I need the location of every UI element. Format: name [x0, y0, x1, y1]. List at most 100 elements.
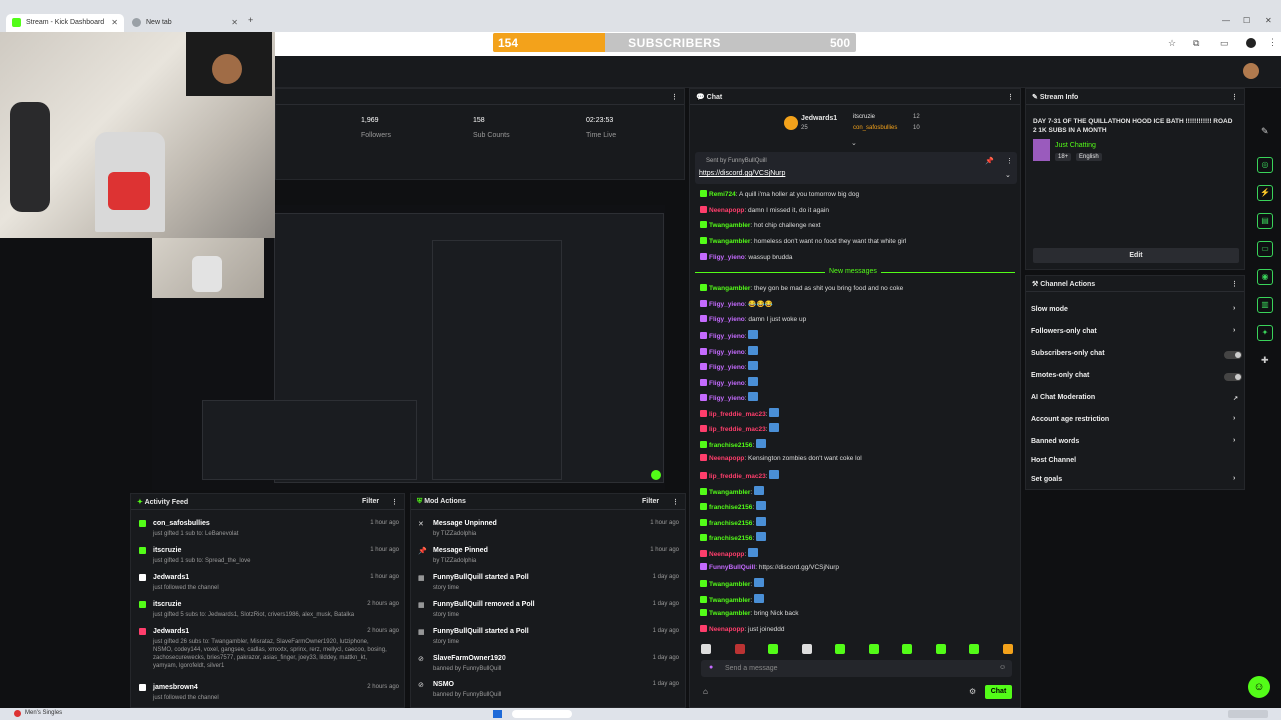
activity-user[interactable]: jamesbrown4	[153, 684, 198, 691]
more-icon[interactable]: ⋮	[671, 93, 678, 101]
rail-button-1[interactable]: ◎	[1257, 157, 1273, 173]
gear-icon[interactable]: ⚙	[969, 687, 976, 696]
chat-username[interactable]: Twangambler	[709, 285, 750, 292]
chat-username[interactable]: Twangambler	[709, 222, 750, 229]
rail-button-4[interactable]: ▭	[1257, 241, 1273, 257]
star-icon[interactable]: ☆	[1168, 38, 1176, 49]
chat-message[interactable]: Twangambler:	[700, 594, 766, 604]
tab-new[interactable]: New tab ✕	[126, 14, 244, 32]
chat-username[interactable]: Neenapopp	[709, 626, 744, 633]
activity-user[interactable]: con_safosbullies	[153, 520, 210, 527]
avatar[interactable]	[1243, 63, 1259, 79]
chat-message[interactable]: Neenapopp: damn I missed it, do it again	[700, 206, 829, 214]
taskbar-label[interactable]: Men's Singles	[25, 710, 62, 716]
chat-username[interactable]: Fligy_yieno	[709, 301, 745, 308]
quick-emote-icon[interactable]	[969, 644, 979, 654]
close-icon[interactable]: ✕	[111, 18, 118, 27]
chat-username[interactable]: Fligy_yieno	[709, 349, 745, 356]
chevron-down-icon[interactable]: ⌄	[1005, 171, 1011, 179]
tab-stream-dashboard[interactable]: Stream - Kick Dashboard ✕	[6, 14, 124, 32]
chat-message[interactable]: Twangambler:	[700, 578, 766, 588]
chat-message[interactable]: franchise2156:	[700, 532, 768, 542]
channel-action-item[interactable]: Banned words ›	[1031, 437, 1246, 450]
rail-button-6[interactable]: ▥	[1257, 297, 1273, 313]
close-icon[interactable]: ✕	[231, 18, 238, 27]
chat-username[interactable]: Neenapopp	[709, 207, 744, 214]
chat-username[interactable]: FunnyBullQuill	[709, 564, 755, 571]
chat-username[interactable]: Twangambler	[709, 610, 750, 617]
chat-username[interactable]: lip_freddie_mac23	[709, 426, 766, 433]
quick-emote-icon[interactable]	[935, 644, 946, 654]
chat-username[interactable]: franchise2156	[709, 520, 752, 527]
chat-message[interactable]: lip_freddie_mac23:	[700, 408, 781, 418]
chevron-down-icon[interactable]: ⌄	[851, 139, 857, 147]
activity-user[interactable]: itscruzie	[153, 547, 181, 554]
chat-username[interactable]: Neenapopp	[709, 455, 744, 462]
emoji-icon[interactable]: ☺	[999, 664, 1006, 671]
filter-button[interactable]: Filter	[362, 498, 379, 505]
more-icon[interactable]: ⋮	[1231, 280, 1238, 288]
chat-message[interactable]: Twangambler: they gon be mad as shit you…	[700, 284, 903, 292]
channel-action-item[interactable]: Set goals ›	[1031, 475, 1246, 488]
chat-message[interactable]: franchise2156:	[700, 517, 768, 527]
rail-button-2[interactable]: ⚡	[1257, 185, 1273, 201]
channel-action-item[interactable]: Account age restriction ›	[1031, 415, 1246, 428]
chat-message[interactable]: Twangambler: bring Nick back	[700, 609, 798, 617]
cast-icon[interactable]: ▭	[1220, 38, 1229, 49]
quick-emote-icon[interactable]	[1002, 644, 1013, 654]
activity-user[interactable]: Jedwards1	[153, 574, 189, 581]
more-icon[interactable]: ⋮	[1006, 157, 1013, 165]
maximize-icon[interactable]: ☐	[1243, 16, 1250, 25]
chat-username[interactable]: Twangambler	[709, 597, 750, 604]
more-icon[interactable]: ⋮	[391, 498, 398, 506]
minimize-icon[interactable]: —	[1222, 16, 1230, 25]
chat-username[interactable]: lip_freddie_mac23	[709, 473, 766, 480]
chat-message[interactable]: Fligy_yieno: damn I just woke up	[700, 315, 806, 323]
edit-button[interactable]: Edit	[1033, 248, 1239, 263]
quick-emote-icon[interactable]	[701, 644, 711, 654]
more-icon[interactable]: ⋮	[672, 498, 679, 506]
activity-user[interactable]: Jedwards1	[153, 628, 189, 635]
channel-action-item[interactable]: AI Chat Moderation ↗	[1031, 394, 1246, 406]
chat-username[interactable]: Remi724	[709, 191, 736, 198]
chat-message[interactable]: Twangambler:	[700, 486, 766, 496]
chat-message[interactable]: Neenapopp:	[700, 548, 760, 558]
quick-emote-icon[interactable]	[902, 644, 912, 654]
chat-message[interactable]: Fligy_yieno: wassup brudda	[700, 253, 792, 261]
chat-username[interactable]: Twangambler	[709, 489, 750, 496]
quick-emote-icon[interactable]	[768, 644, 778, 654]
extensions-icon[interactable]: ⧉	[1193, 38, 1199, 49]
quick-emote-icon[interactable]	[734, 644, 745, 654]
profile-icon[interactable]	[1246, 38, 1256, 48]
pin-icon[interactable]: 📌	[985, 157, 994, 165]
chat-message[interactable]: lip_freddie_mac23:	[700, 423, 781, 433]
gift-icon[interactable]: ⌂	[703, 687, 708, 696]
pencil-icon[interactable]: ✎	[1261, 126, 1269, 137]
pinned-link[interactable]: https://discord.gg/VCSjNurp	[699, 170, 785, 177]
chat-username[interactable]: Fligy_yieno	[709, 380, 745, 387]
chat-message[interactable]: Fligy_yieno:	[700, 330, 760, 340]
chat-message[interactable]: Neenapopp: just joineddd	[700, 625, 785, 633]
chat-username[interactable]: franchise2156	[709, 504, 752, 511]
chat-username[interactable]: Twangambler	[709, 238, 750, 245]
help-icon[interactable]: ☺	[1248, 676, 1270, 698]
chat-username[interactable]: franchise2156	[709, 535, 752, 542]
chat-message[interactable]: lip_freddie_mac23:	[700, 470, 781, 480]
chat-username[interactable]: Fligy_yieno	[709, 316, 745, 323]
more-icon[interactable]: ⋮	[1231, 93, 1238, 101]
quick-emote-icon[interactable]	[868, 644, 879, 654]
new-tab-icon[interactable]: +	[248, 15, 253, 25]
filter-button[interactable]: Filter	[642, 498, 659, 505]
chat-message[interactable]: Twangambler: hot chip challenge next	[700, 221, 821, 229]
taskbar-search[interactable]	[512, 710, 572, 718]
chat-username[interactable]: Fligy_yieno	[709, 333, 745, 340]
chat-message[interactable]: Fligy_yieno: 😂😂😂	[700, 300, 773, 308]
toggle-switch[interactable]	[1224, 373, 1242, 381]
chat-username[interactable]: Twangambler	[709, 581, 750, 588]
plus-icon[interactable]: ✚	[1261, 355, 1269, 366]
menu-icon[interactable]: ⋮	[1268, 37, 1277, 48]
quick-emote-icon[interactable]	[835, 644, 845, 654]
app-icon[interactable]	[14, 710, 21, 717]
chat-message[interactable]: Twangambler: homeless don't want no food…	[700, 237, 906, 245]
chat-message[interactable]: FunnyBullQuill: https://discord.gg/VCSjN…	[700, 563, 839, 571]
